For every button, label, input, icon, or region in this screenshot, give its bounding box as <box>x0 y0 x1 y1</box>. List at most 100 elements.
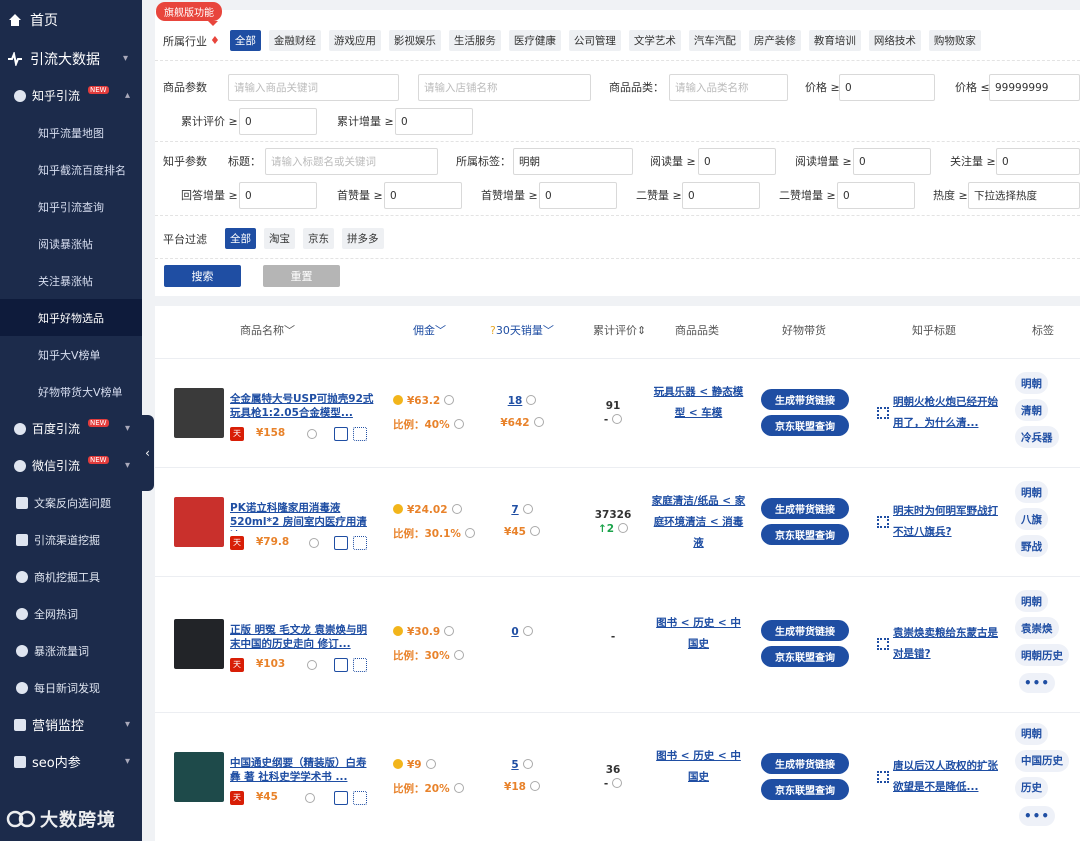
more-tags-button[interactable]: ••• <box>1019 805 1055 826</box>
category-link[interactable]: 玩具乐器 < 静态模型 < 车模 <box>651 382 746 424</box>
zhihu-title-link[interactable]: 袁崇焕卖粮给东蒙古是对是错? <box>893 623 1001 665</box>
search-button[interactable]: 搜索 <box>164 265 241 287</box>
industry-chip[interactable]: 全部 <box>229 30 261 51</box>
reset-button[interactable]: 重置 <box>263 265 340 287</box>
read-input[interactable]: 0 <box>698 148 776 175</box>
sidebar-item-channel-mining[interactable]: 引流渠道挖掘 <box>0 521 142 558</box>
total-eval-input[interactable]: 0 <box>239 108 317 135</box>
tag-chip[interactable]: 野战 <box>1015 535 1048 557</box>
tag-chip[interactable]: 八旗 <box>1015 508 1048 530</box>
header-commission[interactable]: 佣金﹀ <box>413 322 446 338</box>
more-tags-button[interactable]: ••• <box>1019 673 1055 693</box>
store-name-input[interactable]: 请输入店铺名称 <box>418 74 591 101</box>
sales-count-link[interactable]: 7 <box>492 503 552 516</box>
tag-chip[interactable]: 冷兵器 <box>1015 426 1059 448</box>
jd-union-query-button[interactable]: 京东联盟查询 <box>761 523 849 545</box>
first-like-input[interactable]: 0 <box>384 182 462 209</box>
sidebar-item-follow-surge[interactable]: 关注暴涨帖 <box>0 262 142 299</box>
tag-chip[interactable]: 明朝 <box>1015 372 1048 394</box>
platform-chip[interactable]: 淘宝 <box>264 228 295 249</box>
sidebar-item-hot-words[interactable]: 全网热词 <box>0 595 142 632</box>
tag-chip[interactable]: 明朝 <box>1015 481 1048 503</box>
industry-chip[interactable]: 医疗健康 <box>508 30 561 51</box>
sidebar-item-opportunity-tool[interactable]: 商机挖掘工具 <box>0 558 142 595</box>
category-link[interactable]: 家庭清洁/纸品 < 家庭环境清洁 < 消毒液 <box>651 491 746 554</box>
tag-chip[interactable]: 中国历史 <box>1015 749 1069 772</box>
industry-chip[interactable]: 房产装修 <box>748 30 801 51</box>
category-input[interactable]: 请输入品类名称 <box>669 74 788 101</box>
tag-chip[interactable]: 袁崇焕 <box>1015 617 1059 639</box>
platform-chip[interactable]: 京东 <box>303 228 334 249</box>
platform-chip[interactable]: 拼多多 <box>342 228 384 249</box>
sidebar-item-sales-v-list[interactable]: 好物带货大V榜单 <box>0 373 142 410</box>
jd-union-query-button[interactable]: 京东联盟查询 <box>761 414 849 436</box>
product-thumbnail[interactable] <box>174 619 224 669</box>
sidebar-collapse-button[interactable]: ‹ <box>141 415 154 491</box>
store-icon[interactable] <box>334 535 348 550</box>
industry-chip[interactable]: 汽车汽配 <box>688 30 741 51</box>
nav-wechat-group[interactable]: 微信引流 NEW ▾ <box>0 447 142 484</box>
second-like-inc-input[interactable]: 0 <box>837 182 915 209</box>
product-name-link[interactable]: 中国通史纲要（精装版）白寿彝 著 社科史学学术书 ... <box>230 756 375 784</box>
nav-seo[interactable]: seo内参 ▾ <box>0 743 142 780</box>
first-like-inc-input[interactable]: 0 <box>539 182 617 209</box>
category-link[interactable]: 图书 < 历史 < 中国史 <box>651 746 746 788</box>
industry-chip[interactable]: 文学艺术 <box>628 30 681 51</box>
generate-link-button[interactable]: 生成带货链接 <box>761 620 849 641</box>
sidebar-item-big-v-list[interactable]: 知乎大V榜单 <box>0 336 142 373</box>
industry-chip[interactable]: 生活服务 <box>448 30 501 51</box>
tag-chip[interactable]: 明朝历史 <box>1015 644 1069 666</box>
product-name-input[interactable]: 请输入商品关键词 <box>228 74 399 101</box>
zhihu-title-link[interactable]: 明朝火枪火炮已经开始用了，为什么清... <box>893 392 1001 434</box>
heat-select[interactable]: 下拉选择热度 <box>968 182 1080 209</box>
zhihu-title-link[interactable]: 唐以后汉人政权的扩张欲望是不是降低... <box>893 756 1001 798</box>
sidebar-item-daily-new-words[interactable]: 每日新词发现 <box>0 669 142 706</box>
product-name-link[interactable]: PK诺立科隆家用消毒液520ml*2 房间室内医疗用清洁... <box>230 501 375 531</box>
zhihu-title-link[interactable]: 明末时为何明军野战打不过八旗兵? <box>893 501 1001 543</box>
product-thumbnail[interactable] <box>174 751 224 802</box>
price-max-input[interactable]: 99999999 <box>989 74 1080 101</box>
nav-home[interactable]: 首页 <box>0 0 142 40</box>
store-icon[interactable] <box>334 790 348 805</box>
header-sales-30d[interactable]: ?30天销量﹀ <box>490 322 554 338</box>
tag-chip[interactable]: 历史 <box>1015 776 1048 799</box>
price-min-input[interactable]: 0 <box>839 74 935 101</box>
sidebar-item-baidu-rank[interactable]: 知乎截流百度排名 <box>0 151 142 188</box>
sidebar-item-surge-words[interactable]: 暴涨流量词 <box>0 632 142 669</box>
tag-input[interactable]: 明朝 <box>513 148 633 175</box>
store-icon[interactable] <box>334 426 348 441</box>
sales-count-link[interactable]: 0 <box>492 626 552 638</box>
read-inc-input[interactable]: 0 <box>853 148 931 175</box>
sales-count-link[interactable]: 18 <box>492 394 552 407</box>
jd-union-query-button[interactable]: 京东联盟查询 <box>761 646 849 667</box>
header-product-name[interactable]: 商品名称﹀ <box>240 322 295 338</box>
product-name-link[interactable]: 全金属特大号USP可抛壳92式玩具枪1:2.05合金模型... <box>230 392 375 420</box>
generate-link-button[interactable]: 生成带货链接 <box>761 497 849 519</box>
total-inc-input[interactable]: 0 <box>395 108 473 135</box>
industry-chip[interactable]: 公司管理 <box>568 30 621 51</box>
nav-baidu-group[interactable]: 百度引流 NEW ▾ <box>0 410 142 447</box>
industry-chip[interactable]: 游戏应用 <box>328 30 381 51</box>
product-thumbnail[interactable] <box>174 496 224 547</box>
industry-chip[interactable]: 影视娱乐 <box>388 30 441 51</box>
generate-link-button[interactable]: 生成带货链接 <box>761 752 849 774</box>
sidebar-item-copy-reverse[interactable]: 文案反向选问题 <box>0 484 142 521</box>
platform-chip[interactable]: 全部 <box>225 228 256 249</box>
answer-inc-input[interactable]: 0 <box>239 182 317 209</box>
industry-chip[interactable]: 金融财经 <box>268 30 321 51</box>
industry-chip[interactable]: 教育培训 <box>808 30 861 51</box>
qr-code-icon[interactable] <box>353 790 367 805</box>
industry-chip[interactable]: 网络技术 <box>868 30 921 51</box>
industry-chip[interactable]: 购物败家 <box>928 30 981 51</box>
header-total-eval[interactable]: 累计评价⇕ <box>593 322 646 338</box>
second-like-input[interactable]: 0 <box>682 182 760 209</box>
follow-input[interactable]: 0 <box>996 148 1080 175</box>
nav-marketing[interactable]: 营销监控 ▾ <box>0 706 142 743</box>
tag-chip[interactable]: 明朝 <box>1015 590 1048 612</box>
category-link[interactable]: 图书 < 历史 < 中国史 <box>651 613 746 655</box>
tag-chip[interactable]: 清朝 <box>1015 399 1048 421</box>
product-thumbnail[interactable] <box>174 387 224 438</box>
jd-union-query-button[interactable]: 京东联盟查询 <box>761 778 849 800</box>
sidebar-item-good-products[interactable]: 知乎好物选品 <box>0 299 142 336</box>
sidebar-item-read-surge[interactable]: 阅读暴涨帖 <box>0 225 142 262</box>
